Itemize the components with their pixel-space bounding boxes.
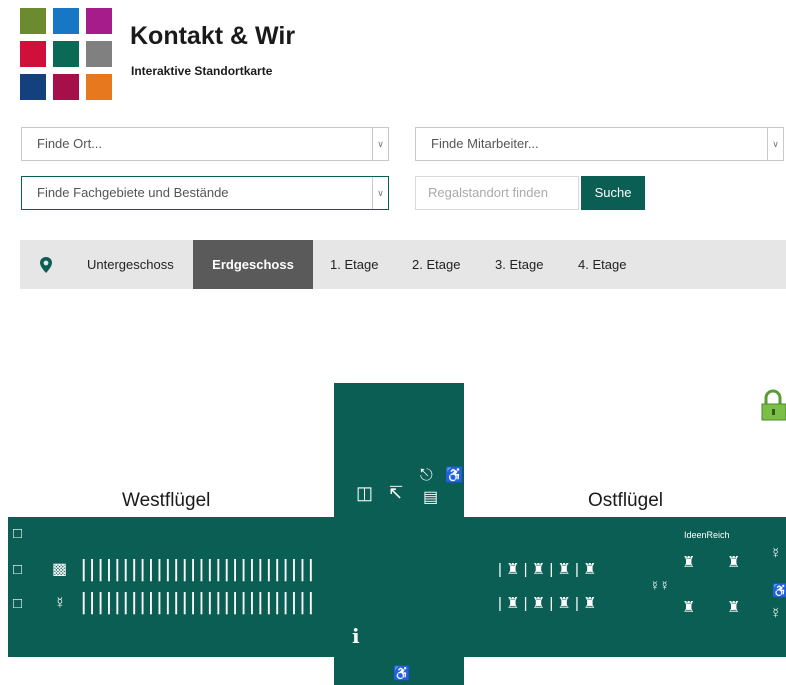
west-wing[interactable]: [8, 517, 336, 657]
seat-terminal-icon[interactable]: □: [13, 526, 22, 541]
chevron-down-icon: ∨: [372, 177, 388, 209]
location-pin-icon[interactable]: [39, 257, 53, 273]
water-dispenser-icon[interactable]: ▤: [423, 490, 438, 506]
mitarbeiter-select[interactable]: Finde Mitarbeiter... ∨: [415, 127, 784, 161]
search-button[interactable]: Suche: [581, 176, 645, 210]
regal-search-input[interactable]: Regalstandort finden: [415, 176, 579, 210]
exit-icon[interactable]: ⎋: [420, 468, 433, 484]
logo-tile: [20, 74, 46, 100]
east-wing-label: Ostflügel: [588, 490, 663, 511]
chevron-down-icon: ∨: [767, 128, 783, 160]
app-root: Kontakt & Wir Interaktive Standortkarte …: [0, 0, 786, 685]
seat-terminal-icon[interactable]: □: [13, 596, 22, 611]
logo-tile: [86, 8, 112, 34]
page-title: Kontakt & Wir: [130, 22, 296, 50]
person-icon[interactable]: ☿: [54, 596, 66, 612]
group-workspace-icon[interactable]: ♜: [727, 600, 740, 615]
printer-icon[interactable]: ▩: [52, 562, 67, 578]
group-workspace-icon[interactable]: ♜: [727, 555, 740, 570]
logo-tile: [53, 8, 79, 34]
wheelchair-icon[interactable]: ♿: [772, 583, 786, 598]
shelf-row[interactable]: ||||||||||||||||||||||||||||: [80, 559, 316, 581]
tab-etage-3[interactable]: 3. Etage: [495, 240, 543, 289]
group-workspace-icon[interactable]: | ♜ | ♜ | ♜ | ♜: [498, 562, 597, 577]
tab-etage-2[interactable]: 2. Etage: [412, 240, 460, 289]
logo-tile: [86, 74, 112, 100]
group-workspace-icon[interactable]: ♜: [682, 555, 695, 570]
tab-erdgeschoss[interactable]: Erdgeschoss: [193, 240, 313, 289]
wheelchair-icon[interactable]: ♿: [445, 468, 464, 483]
people-icon[interactable]: ☿☿: [650, 578, 670, 593]
ideenreich-label: IdeenReich: [684, 530, 730, 540]
tab-etage-1[interactable]: 1. Etage: [330, 240, 378, 289]
lock-icon[interactable]: [760, 388, 786, 424]
page-subtitle: Interaktive Standortkarte: [131, 64, 273, 78]
logo-tile: [53, 74, 79, 100]
person-icon[interactable]: ☿: [770, 546, 781, 561]
chevron-down-icon: ∨: [372, 128, 388, 160]
info-icon[interactable]: i: [352, 624, 360, 648]
floor-tabs: Untergeschoss Erdgeschoss 1. Etage 2. Et…: [20, 240, 786, 289]
tab-etage-4[interactable]: 4. Etage: [578, 240, 626, 289]
elevator-icon[interactable]: ◫: [356, 484, 373, 502]
ort-select[interactable]: Finde Ort... ∨: [21, 127, 389, 161]
stairs-icon[interactable]: ↸: [388, 484, 403, 502]
logo-tile: [20, 41, 46, 67]
wheelchair-icon[interactable]: ♿: [393, 666, 410, 681]
logo: [20, 8, 112, 100]
ort-select-value: Finde Ort...: [37, 136, 103, 151]
group-workspace-icon[interactable]: ♜: [682, 600, 695, 615]
logo-tile: [86, 41, 112, 67]
east-wing[interactable]: [462, 517, 786, 657]
shelf-row[interactable]: ||||||||||||||||||||||||||||: [80, 592, 316, 614]
fachgebiete-select[interactable]: Finde Fachgebiete und Bestände ∨: [21, 176, 389, 210]
logo-tile: [53, 41, 79, 67]
mitarbeiter-select-value: Finde Mitarbeiter...: [431, 136, 539, 151]
seat-terminal-icon[interactable]: □: [13, 562, 22, 577]
tab-untergeschoss[interactable]: Untergeschoss: [87, 240, 174, 289]
person-icon[interactable]: ☿: [770, 606, 781, 621]
group-workspace-icon[interactable]: | ♜ | ♜ | ♜ | ♜: [498, 596, 597, 611]
fachgebiete-select-value: Finde Fachgebiete und Bestände: [37, 185, 229, 200]
logo-tile: [20, 8, 46, 34]
west-wing-label: Westflügel: [122, 490, 211, 511]
